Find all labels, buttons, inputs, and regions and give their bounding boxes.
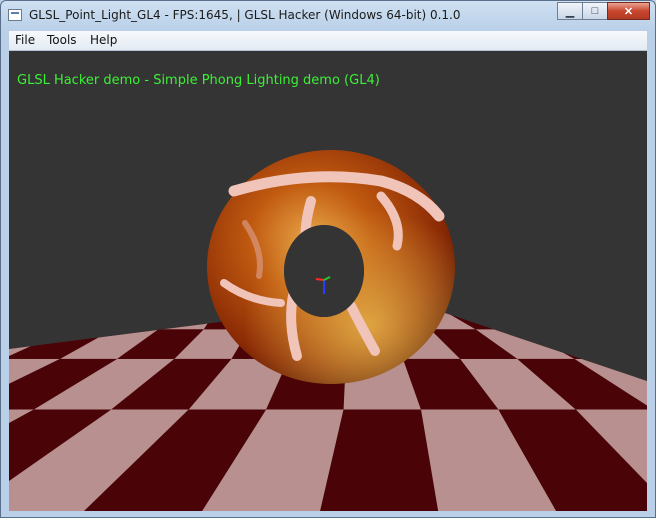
floor-tile bbox=[471, 286, 541, 296]
floor-tile bbox=[108, 278, 140, 286]
menu-tools[interactable]: Tools bbox=[47, 33, 77, 47]
minimize-button[interactable]: ▁ bbox=[557, 2, 583, 20]
floor-tile bbox=[9, 311, 67, 330]
floor-tile bbox=[116, 266, 140, 271]
window-title: GLSL_Point_Light_GL4 - FPS:1645, | GLSL … bbox=[29, 8, 461, 22]
floor-tile bbox=[95, 266, 117, 271]
floor-tile bbox=[105, 296, 158, 310]
floor-tile bbox=[566, 329, 647, 359]
floor-tile bbox=[176, 266, 206, 271]
floor-tile bbox=[125, 286, 164, 296]
minimize-icon: ▁ bbox=[565, 5, 575, 18]
torus-hole bbox=[284, 225, 364, 317]
floor-tile bbox=[142, 296, 189, 310]
floor-tile bbox=[162, 272, 190, 278]
floor-tile bbox=[157, 286, 191, 296]
floor-tile bbox=[80, 278, 115, 286]
floor-tile bbox=[90, 272, 117, 278]
floor-tile bbox=[554, 311, 647, 330]
floor-tile bbox=[517, 311, 612, 330]
close-button[interactable]: ✕ bbox=[607, 2, 650, 20]
menu-file[interactable]: File bbox=[15, 33, 35, 47]
title-bar[interactable]: GLSL_Point_Light_GL4 - FPS:1645, | GLSL … bbox=[1, 1, 655, 31]
menu-bar: File Tools Help bbox=[9, 31, 647, 51]
floor-tile bbox=[93, 286, 136, 296]
floor-tile bbox=[30, 296, 94, 310]
app-window-icon[interactable] bbox=[8, 9, 22, 21]
maximize-icon: □ bbox=[591, 5, 599, 17]
close-icon: ✕ bbox=[623, 5, 634, 18]
floor-tile bbox=[113, 311, 180, 330]
floor-tile bbox=[164, 278, 192, 286]
floor-tile bbox=[139, 272, 164, 278]
floor-tile bbox=[61, 286, 108, 296]
demo-overlay-text: GLSL Hacker demo - Simple Phong Lighting… bbox=[17, 73, 380, 88]
menu-help[interactable]: Help bbox=[90, 33, 117, 47]
floor-tile bbox=[611, 329, 647, 359]
floor-tile bbox=[67, 296, 125, 310]
app-window: GLSL_Point_Light_GL4 - FPS:1645, | GLSL … bbox=[0, 0, 656, 518]
floor-tile bbox=[68, 311, 142, 330]
floor-tile bbox=[22, 311, 105, 330]
floor-tile bbox=[445, 296, 517, 310]
floor-tile bbox=[115, 272, 140, 278]
3d-scene bbox=[9, 150, 647, 511]
caption-buttons: ▁ □ ✕ bbox=[557, 2, 650, 22]
render-viewport[interactable]: GLSL Hacker demo - Simple Phong Lighting… bbox=[9, 51, 647, 511]
floor-tile bbox=[136, 278, 165, 286]
floor-tile bbox=[136, 266, 162, 271]
floor-tile bbox=[479, 311, 567, 330]
maximize-button[interactable]: □ bbox=[582, 2, 608, 20]
floor-tile bbox=[477, 296, 555, 310]
floor-tile bbox=[156, 266, 184, 271]
floor-tile bbox=[509, 296, 592, 310]
